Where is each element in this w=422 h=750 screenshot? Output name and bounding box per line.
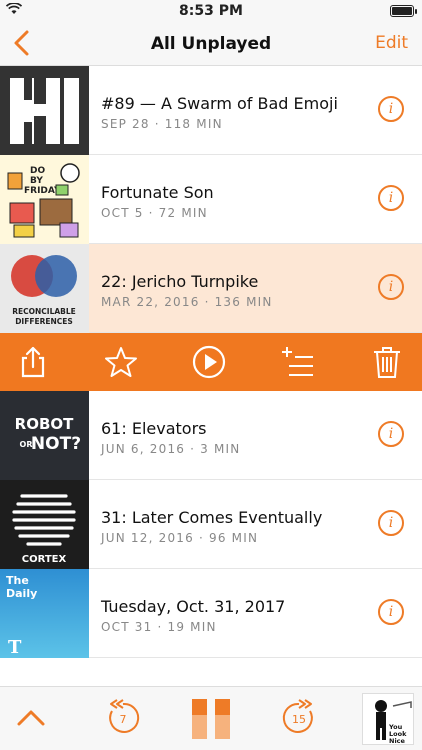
info-icon[interactable]: i bbox=[378, 599, 404, 625]
svg-text:NOT?: NOT? bbox=[31, 434, 81, 454]
info-icon[interactable]: i bbox=[378, 185, 404, 211]
mini-player: 7 15 You Look Nice Today. bbox=[0, 686, 422, 750]
svg-text:The: The bbox=[6, 574, 29, 587]
status-bar: 8:53 PM bbox=[0, 0, 422, 22]
episode-title: 31: Later Comes Eventually bbox=[101, 508, 323, 527]
episode-title: 61: Elevators bbox=[101, 419, 207, 438]
episode-meta: JUN 12, 2016 · 96 MIN bbox=[101, 531, 259, 545]
podcast-artwork-do-by-friday: DO BY FRIDAY bbox=[0, 155, 89, 244]
podcast-artwork-hello-internet bbox=[0, 66, 89, 155]
episode-meta: OCT 5 · 72 MIN bbox=[101, 206, 208, 220]
svg-text:RECONCILABLE: RECONCILABLE bbox=[12, 307, 76, 316]
episode-title: #89 — A Swarm of Bad Emoji bbox=[101, 94, 338, 113]
info-icon[interactable]: i bbox=[378, 510, 404, 536]
skip-forward-seconds: 15 bbox=[292, 713, 306, 726]
episode-meta: SEP 28 · 118 MIN bbox=[101, 117, 223, 131]
podcast-artwork-cortex: CORTEX bbox=[0, 480, 89, 569]
episode-title: Tuesday, Oct. 31, 2017 bbox=[101, 597, 286, 616]
episode-row-selected[interactable]: RECONCILABLE DIFFERENCES 22: Jericho Tur… bbox=[0, 244, 422, 333]
play-icon[interactable] bbox=[192, 345, 226, 379]
episode-meta: JUN 6, 2016 · 3 MIN bbox=[101, 442, 241, 456]
battery-icon bbox=[390, 5, 417, 17]
add-to-queue-icon[interactable] bbox=[281, 345, 315, 379]
episode-row[interactable]: CORTEX 31: Later Comes Eventually JUN 12… bbox=[0, 480, 422, 569]
skip-back-icon[interactable]: 7 bbox=[104, 699, 142, 737]
episode-row[interactable]: The Daily T Tuesday, Oct. 31, 2017 OCT 3… bbox=[0, 569, 422, 658]
svg-text:CORTEX: CORTEX bbox=[22, 554, 67, 565]
podcast-artwork-reconcilable-differences: RECONCILABLE DIFFERENCES bbox=[0, 244, 89, 333]
episode-meta: MAR 22, 2016 · 136 MIN bbox=[101, 295, 273, 309]
episode-row[interactable]: ROBOT OR NOT? 61: Elevators JUN 6, 2016 … bbox=[0, 391, 422, 480]
svg-text:DO: DO bbox=[30, 166, 45, 176]
info-icon[interactable]: i bbox=[378, 274, 404, 300]
now-playing-art-text: You Look Nice Today. bbox=[389, 723, 407, 745]
episode-action-bar bbox=[0, 333, 422, 391]
episode-title: 22: Jericho Turnpike bbox=[101, 272, 259, 291]
podcast-artwork-robot-or-not: ROBOT OR NOT? bbox=[0, 391, 89, 480]
info-icon[interactable]: i bbox=[378, 96, 404, 122]
pause-icon[interactable] bbox=[192, 699, 230, 739]
episode-list: #89 — A Swarm of Bad Emoji SEP 28 · 118 … bbox=[0, 66, 422, 658]
svg-text:FRIDAY: FRIDAY bbox=[24, 186, 61, 196]
share-icon[interactable] bbox=[16, 345, 50, 379]
episode-meta: OCT 31 · 19 MIN bbox=[101, 620, 217, 634]
svg-text:DIFFERENCES: DIFFERENCES bbox=[15, 317, 73, 326]
skip-forward-icon[interactable]: 15 bbox=[280, 699, 318, 737]
skip-back-seconds: 7 bbox=[120, 713, 127, 726]
info-icon[interactable]: i bbox=[378, 421, 404, 447]
navigation-bar: All Unplayed Edit bbox=[0, 22, 422, 66]
episode-row[interactable]: DO BY FRIDAY Fortunate Son OCT 5 · 72 MI… bbox=[0, 155, 422, 244]
podcast-artwork-the-daily: The Daily T bbox=[0, 569, 89, 658]
chevron-up-icon[interactable] bbox=[16, 705, 46, 731]
status-time: 8:53 PM bbox=[179, 3, 243, 19]
svg-text:ROBOT: ROBOT bbox=[15, 415, 74, 433]
episode-title: Fortunate Son bbox=[101, 183, 214, 202]
svg-text:Daily: Daily bbox=[6, 587, 37, 600]
episode-row[interactable]: #89 — A Swarm of Bad Emoji SEP 28 · 118 … bbox=[0, 66, 422, 155]
svg-text:BY: BY bbox=[30, 176, 43, 186]
star-icon[interactable] bbox=[104, 345, 138, 379]
page-title: All Unplayed bbox=[150, 34, 272, 54]
edit-button[interactable]: Edit bbox=[375, 33, 408, 53]
now-playing-artwork[interactable]: You Look Nice Today. bbox=[362, 693, 414, 745]
svg-text:T: T bbox=[8, 637, 22, 658]
trash-icon[interactable] bbox=[370, 345, 404, 379]
